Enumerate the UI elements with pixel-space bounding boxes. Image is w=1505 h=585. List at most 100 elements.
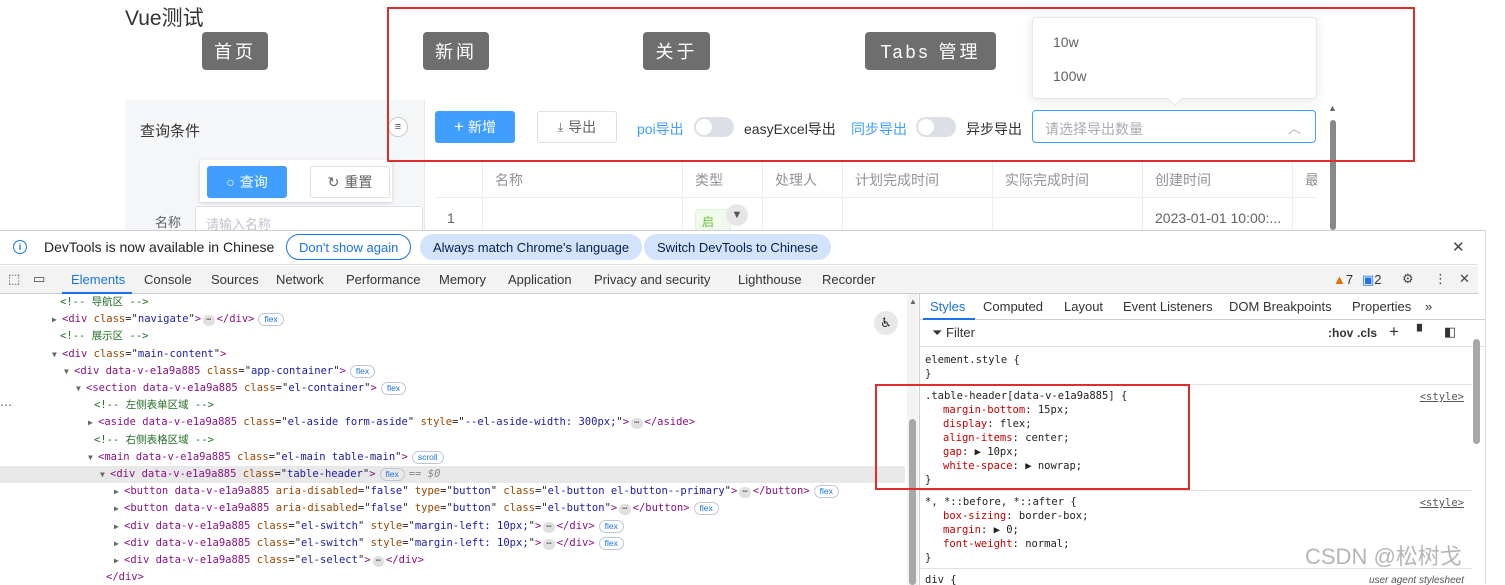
tab-computed[interactable]: Computed: [983, 299, 1043, 314]
styles-scrollbar[interactable]: [1471, 339, 1483, 585]
attr-name: class: [256, 554, 289, 566]
tab-network[interactable]: Network: [276, 272, 324, 287]
css-value[interactable]: ▶ 0;: [994, 524, 1019, 536]
data-table: 名称 类型 处理人 计划完成时间 实际完成时间 创建时间 最 1 启用 ▼ 20…: [435, 160, 1317, 230]
tab-console[interactable]: Console: [144, 272, 192, 287]
dom-tree-node[interactable]: ▶ <div data-v-e1a9a885 class="el-switch" …: [0, 535, 905, 552]
close-devtools-icon[interactable]: ✕: [1459, 271, 1470, 287]
warning-count[interactable]: ▲7: [1333, 272, 1353, 287]
chevron-down-icon[interactable]: ▼: [726, 204, 748, 226]
tab-application[interactable]: Application: [508, 272, 572, 287]
scroll-up-icon[interactable]: ▲: [909, 297, 917, 306]
dom-tree-node[interactable]: ▼ <div data-v-e1a9a885 class="app-contain…: [0, 363, 905, 380]
table-header-cell: 类型: [683, 161, 763, 198]
css-rule[interactable]: element.style {}: [920, 350, 1472, 385]
attr-quote: =": [288, 519, 302, 532]
dom-tree-node[interactable]: </div>: [0, 569, 905, 585]
dont-show-again-button[interactable]: Don't show again: [286, 234, 412, 260]
more-options-icon[interactable]: ⋮: [1434, 271, 1447, 287]
dom-tree-node[interactable]: ▼ <section data-v-e1a9a885 class="el-cont…: [0, 380, 905, 397]
attr-quote: =": [268, 450, 282, 463]
layout-badge: flex: [349, 364, 376, 378]
class-toggle[interactable]: .cls: [1357, 326, 1377, 340]
device-toolbar-icon[interactable]: ▭: [33, 271, 45, 287]
tab-memory[interactable]: Memory: [439, 272, 486, 287]
match-chrome-language-button[interactable]: Always match Chrome's language: [420, 234, 643, 260]
html-comment: <!-- 右侧表格区域 -->: [94, 433, 214, 446]
issues-count[interactable]: ▣2: [1362, 272, 1382, 288]
sidebar-toggle-icon[interactable]: ◧: [1444, 324, 1456, 340]
search-button[interactable]: ○ 查询: [207, 166, 287, 198]
css-declaration[interactable]: margin: ▶ 0;: [925, 523, 1467, 537]
more-icon[interactable]: ⋯: [0, 398, 12, 412]
layout-badge: flex: [258, 313, 284, 327]
dom-tree-node[interactable]: ▶ <button data-v-e1a9a885 aria-disabled="…: [0, 483, 905, 500]
attr-value: el-container: [288, 382, 365, 394]
css-property[interactable]: font-weight: [925, 538, 1013, 550]
attr-quote: =": [535, 485, 548, 498]
css-value[interactable]: border-box;: [1019, 510, 1089, 522]
tab-layout[interactable]: Layout: [1064, 299, 1103, 314]
tab-properties[interactable]: Properties: [1352, 299, 1411, 314]
rule-source-link[interactable]: user agent stylesheet: [1369, 574, 1464, 585]
attr-quote: =": [275, 382, 289, 394]
tab-privacy-security[interactable]: Privacy and security: [594, 272, 710, 287]
dom-tree-node[interactable]: <!-- 展示区 -->: [0, 328, 905, 345]
collapse-triangle-icon: ▼: [64, 366, 69, 376]
dom-tree-node[interactable]: ▶ <aside data-v-e1a9a885 class="el-aside …: [0, 414, 905, 431]
name-input[interactable]: 请输入名称: [195, 206, 423, 230]
settings-icon[interactable]: ⚙: [1402, 271, 1414, 287]
tag-name: <div data-v-e1a9a885: [124, 536, 251, 549]
filter-input[interactable]: ⏷ Filter: [932, 325, 975, 341]
css-selector[interactable]: element.style {: [925, 353, 1467, 367]
css-rule[interactable]: div {user agent stylesheet: [920, 570, 1472, 585]
dom-tree-node[interactable]: <!-- 左侧表单区域 -->: [0, 397, 905, 414]
table-header-cell: 计划完成时间: [843, 161, 993, 198]
switch-to-chinese-button[interactable]: Switch DevTools to Chinese: [644, 234, 832, 260]
more-tabs-icon[interactable]: »: [1425, 299, 1432, 314]
css-selector[interactable]: *, *::before, *::after {: [925, 495, 1467, 509]
css-property[interactable]: box-sizing: [925, 510, 1006, 522]
end-tag: </button>: [752, 485, 810, 498]
rule-source-link[interactable]: <style>: [1420, 496, 1464, 510]
paint-brush-icon[interactable]: ▘: [1417, 324, 1427, 340]
dom-tree-node[interactable]: ▼ <div data-v-e1a9a885 class="table-heade…: [0, 466, 905, 483]
dom-tree-node[interactable]: <!-- 导航区 -->: [0, 294, 905, 311]
inspect-element-icon[interactable]: ⬚: [8, 271, 20, 287]
hover-state-toggle[interactable]: :hov: [1328, 326, 1353, 340]
tab-elements[interactable]: Elements: [71, 272, 125, 287]
expand-triangle-icon: ▶: [88, 418, 93, 428]
css-declaration[interactable]: box-sizing: border-box;: [925, 509, 1467, 523]
attr-name: class: [206, 364, 239, 377]
dom-tree-node[interactable]: ▼ <div class="main-content">: [0, 346, 905, 363]
watermark: CSDN @松树戈: [1305, 544, 1462, 569]
new-rule-icon[interactable]: +: [1389, 322, 1399, 342]
dom-tree-node[interactable]: ▼ <main data-v-e1a9a885 class="el-main ta…: [0, 449, 905, 466]
css-colon: :: [1012, 538, 1026, 550]
css-property[interactable]: margin: [925, 524, 981, 536]
dom-tree-node[interactable]: ▶ <div class="navigate"> ⋯ </div> flex: [0, 311, 905, 328]
rule-source-link[interactable]: <style>: [1420, 390, 1464, 404]
styles-scrollbar-thumb[interactable]: [1473, 339, 1480, 444]
closing-tag: </div>: [106, 571, 144, 584]
css-value[interactable]: normal;: [1025, 538, 1069, 550]
tag-bracket: >: [534, 536, 542, 549]
dom-tree-node[interactable]: <!-- 右侧表格区域 -->: [0, 432, 905, 449]
tab-lighthouse[interactable]: Lighthouse: [738, 272, 802, 287]
attr-quote: =": [402, 519, 415, 532]
tab-recorder[interactable]: Recorder: [822, 272, 875, 287]
dom-tree-node[interactable]: ▶ <div data-v-e1a9a885 class="el-select">…: [0, 552, 905, 569]
tab-dom-breakpoints[interactable]: DOM Breakpoints: [1229, 299, 1332, 314]
elements-tree[interactable]: <!-- 导航区 --> ▶ <div class="navigate"> ⋯ </di…: [0, 294, 905, 585]
tab-sources[interactable]: Sources: [211, 272, 259, 287]
nav-home-button[interactable]: 首页: [202, 32, 268, 70]
tab-styles[interactable]: Styles: [930, 299, 965, 314]
table-cell: [483, 198, 683, 230]
dom-tree-node[interactable]: ▶ <button data-v-e1a9a885 aria-disabled="…: [0, 500, 905, 517]
dom-tree-node[interactable]: ▶ <div data-v-e1a9a885 class="el-switch" …: [0, 518, 905, 535]
accessibility-icon[interactable]: ♿: [874, 311, 898, 335]
reset-button[interactable]: ↻ 重置: [310, 166, 390, 198]
tab-performance[interactable]: Performance: [346, 272, 420, 287]
close-icon[interactable]: ✕: [1452, 238, 1465, 256]
tab-event-listeners[interactable]: Event Listeners: [1123, 299, 1213, 314]
